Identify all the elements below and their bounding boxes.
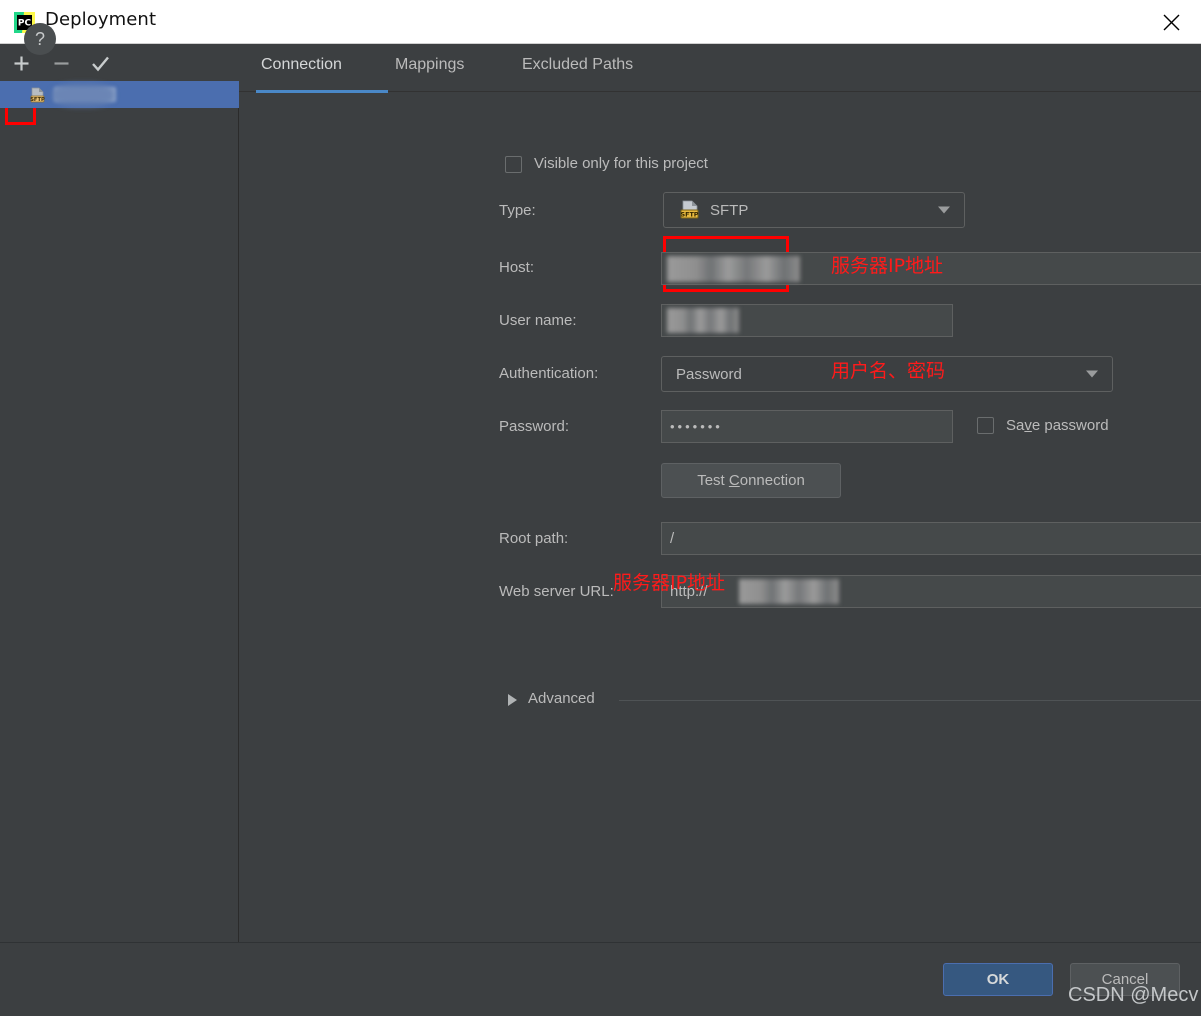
- svg-text:SFTP: SFTP: [680, 210, 698, 218]
- password-value: •••••••: [670, 419, 723, 434]
- chevron-down-icon: [938, 206, 950, 214]
- authentication-label: Authentication:: [499, 365, 599, 382]
- minus-icon: [54, 61, 68, 65]
- server-list-sidebar: SFTP: [0, 44, 239, 942]
- tab-connection[interactable]: Connection: [261, 56, 342, 88]
- password-label: Password:: [499, 418, 570, 435]
- ok-button[interactable]: OK: [943, 963, 1053, 996]
- root-path-label: Root path:: [499, 530, 569, 547]
- save-password-label: Save password: [1006, 417, 1109, 434]
- web-server-url-label: Web server URL:: [499, 583, 614, 600]
- visible-only-label: Visible only for this project: [534, 155, 708, 172]
- title-bar: PC Deployment: [0, 0, 1201, 44]
- help-icon[interactable]: ?: [24, 23, 56, 55]
- chevron-down-icon: [1086, 370, 1098, 378]
- remove-server-button[interactable]: [46, 48, 76, 78]
- authentication-combobox[interactable]: Password: [661, 356, 1113, 392]
- sftp-icon: SFTP: [680, 200, 702, 220]
- web-server-url-value: http://: [670, 583, 708, 600]
- type-label: Type:: [499, 202, 536, 219]
- help-label: ?: [34, 28, 45, 49]
- tab-mappings[interactable]: Mappings: [395, 56, 464, 88]
- save-password-checkbox[interactable]: [977, 417, 994, 434]
- tab-excluded-paths[interactable]: Excluded Paths: [522, 56, 633, 88]
- plus-icon: [14, 56, 28, 70]
- sidebar-item-label: [54, 87, 116, 102]
- root-path-input[interactable]: /: [661, 522, 1201, 555]
- advanced-toggle[interactable]: Advanced: [528, 690, 595, 707]
- type-combobox[interactable]: SFTP SFTP: [663, 192, 965, 228]
- connection-form: Visible only for this project Type: SFTP…: [239, 92, 1201, 942]
- authentication-value: Password: [676, 365, 742, 383]
- user-name-input[interactable]: [661, 304, 953, 337]
- root-path-value: /: [670, 530, 675, 547]
- close-icon[interactable]: [1141, 0, 1201, 44]
- set-default-button[interactable]: [85, 48, 115, 78]
- svg-text:SFTP: SFTP: [30, 96, 45, 102]
- type-value: SFTP: [710, 201, 749, 219]
- sftp-server-icon: SFTP: [30, 87, 46, 103]
- tab-bar: Connection Mappings Excluded Paths: [239, 44, 1201, 93]
- test-connection-button[interactable]: Test Connection: [661, 463, 841, 498]
- test-connection-label: Test Connection: [697, 472, 805, 489]
- save-password-text: Save password: [1006, 417, 1109, 434]
- ok-label: OK: [986, 971, 1010, 988]
- sidebar-item-sftp-server[interactable]: SFTP: [0, 81, 239, 108]
- advanced-separator: [619, 700, 1201, 701]
- connection-panel: Connection Mappings Excluded Paths Visib…: [239, 44, 1201, 942]
- window-title: Deployment: [45, 9, 157, 30]
- visible-only-checkbox[interactable]: [505, 156, 522, 173]
- host-input[interactable]: [661, 252, 1201, 285]
- cancel-button[interactable]: Cancel: [1070, 963, 1180, 996]
- chevron-right-icon[interactable]: [508, 694, 517, 706]
- cancel-label: Cancel: [1101, 971, 1149, 988]
- user-name-label: User name:: [499, 312, 577, 329]
- deployment-dialog: PC Deployment SFTP Connection Mappings E…: [0, 0, 1201, 1016]
- password-input[interactable]: •••••••: [661, 410, 953, 443]
- check-icon: [91, 56, 109, 71]
- host-label: Host:: [499, 259, 535, 276]
- web-server-url-input[interactable]: http://: [661, 575, 1201, 608]
